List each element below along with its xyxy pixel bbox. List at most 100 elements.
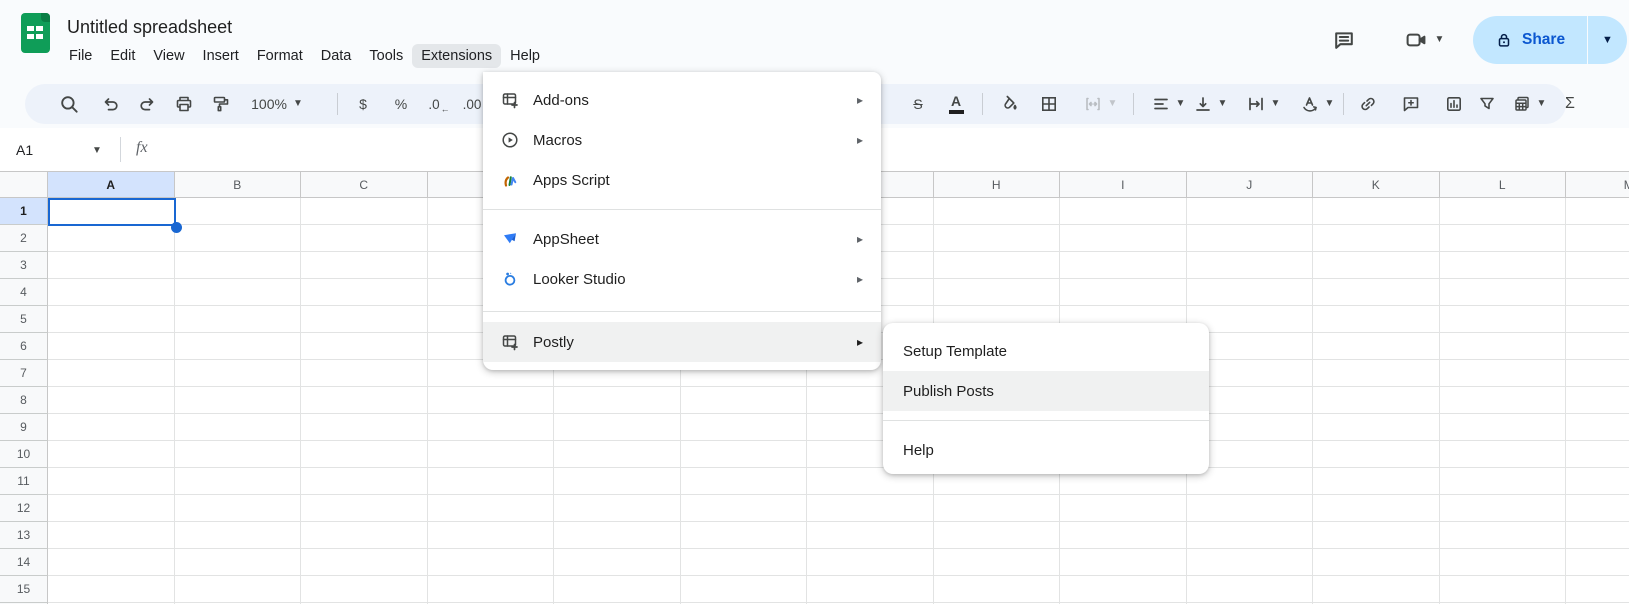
cell-L2[interactable]: [1439, 225, 1566, 252]
menubar-item-tools[interactable]: Tools: [360, 44, 412, 68]
menubar-item-help[interactable]: Help: [501, 44, 549, 68]
menubar-item-extensions[interactable]: Extensions: [412, 44, 502, 68]
cell-J1[interactable]: [1186, 198, 1313, 225]
menu-item-appsheet[interactable]: AppSheet ▸: [483, 219, 881, 259]
cell-A15[interactable]: [48, 576, 175, 603]
text-wrap-button[interactable]: ▼: [1235, 88, 1291, 120]
cell-C1[interactable]: [301, 198, 428, 225]
cell-H1[interactable]: [933, 198, 1060, 225]
cell-L11[interactable]: [1439, 468, 1566, 495]
cell-D14[interactable]: [427, 549, 554, 576]
cell-J11[interactable]: [1186, 468, 1313, 495]
cell-C11[interactable]: [301, 468, 428, 495]
cell-M13[interactable]: [1566, 522, 1629, 549]
name-box-caret-icon[interactable]: ▼: [92, 145, 102, 156]
cell-M10[interactable]: [1566, 441, 1629, 468]
cell-C13[interactable]: [301, 522, 428, 549]
cell-A4[interactable]: [48, 279, 175, 306]
cell-D10[interactable]: [427, 441, 554, 468]
cell-A14[interactable]: [48, 549, 175, 576]
cell-B2[interactable]: [174, 225, 301, 252]
cell-J15[interactable]: [1186, 576, 1313, 603]
cell-K13[interactable]: [1313, 522, 1440, 549]
paint-format-button[interactable]: [205, 88, 237, 120]
share-button[interactable]: Share: [1473, 31, 1585, 49]
cell-G12[interactable]: [807, 495, 934, 522]
menubar-item-data[interactable]: Data: [312, 44, 361, 68]
row-header-3[interactable]: 3: [0, 252, 48, 279]
cell-I2[interactable]: [1060, 225, 1187, 252]
cell-A2[interactable]: [48, 225, 175, 252]
cell-C4[interactable]: [301, 279, 428, 306]
decrease-decimal-button[interactable]: .0 ←: [423, 88, 455, 120]
cell-L10[interactable]: [1439, 441, 1566, 468]
cell-C15[interactable]: [301, 576, 428, 603]
cell-B10[interactable]: [174, 441, 301, 468]
cell-J14[interactable]: [1186, 549, 1313, 576]
merge-cells-button[interactable]: ▼: [1070, 88, 1130, 120]
row-header-4[interactable]: 4: [0, 279, 48, 306]
cell-I3[interactable]: [1060, 252, 1187, 279]
row-header-13[interactable]: 13: [0, 522, 48, 549]
cell-L9[interactable]: [1439, 414, 1566, 441]
insert-comment-button[interactable]: [1395, 88, 1427, 120]
cell-A7[interactable]: [48, 360, 175, 387]
cell-I12[interactable]: [1060, 495, 1187, 522]
format-currency-button[interactable]: $: [347, 88, 379, 120]
column-header-H[interactable]: H: [933, 172, 1060, 198]
cell-F10[interactable]: [680, 441, 807, 468]
cell-H2[interactable]: [933, 225, 1060, 252]
cell-M8[interactable]: [1566, 387, 1629, 414]
cell-L4[interactable]: [1439, 279, 1566, 306]
cell-A12[interactable]: [48, 495, 175, 522]
cell-D15[interactable]: [427, 576, 554, 603]
cell-H12[interactable]: [933, 495, 1060, 522]
cell-H3[interactable]: [933, 252, 1060, 279]
menu-item-looker-studio[interactable]: Looker Studio ▸: [483, 259, 881, 299]
cell-K10[interactable]: [1313, 441, 1440, 468]
text-color-button[interactable]: A: [940, 88, 972, 120]
strikethrough-button[interactable]: S: [902, 88, 934, 120]
cell-F14[interactable]: [680, 549, 807, 576]
cell-C6[interactable]: [301, 333, 428, 360]
cell-J13[interactable]: [1186, 522, 1313, 549]
menubar-item-file[interactable]: File: [60, 44, 101, 68]
row-header-1[interactable]: 1: [0, 198, 48, 225]
cell-D8[interactable]: [427, 387, 554, 414]
cell-C14[interactable]: [301, 549, 428, 576]
cell-J2[interactable]: [1186, 225, 1313, 252]
cell-M7[interactable]: [1566, 360, 1629, 387]
cell-K15[interactable]: [1313, 576, 1440, 603]
row-header-12[interactable]: 12: [0, 495, 48, 522]
cell-L15[interactable]: [1439, 576, 1566, 603]
cell-C8[interactable]: [301, 387, 428, 414]
print-button[interactable]: [168, 88, 200, 120]
row-header-6[interactable]: 6: [0, 333, 48, 360]
column-header-I[interactable]: I: [1060, 172, 1187, 198]
column-header-B[interactable]: B: [174, 172, 301, 198]
create-filter-button[interactable]: [1471, 88, 1503, 120]
cell-I1[interactable]: [1060, 198, 1187, 225]
cell-A13[interactable]: [48, 522, 175, 549]
cell-A6[interactable]: [48, 333, 175, 360]
cell-M15[interactable]: [1566, 576, 1629, 603]
cell-M4[interactable]: [1566, 279, 1629, 306]
cell-F9[interactable]: [680, 414, 807, 441]
row-header-9[interactable]: 9: [0, 414, 48, 441]
cell-B6[interactable]: [174, 333, 301, 360]
cell-C5[interactable]: [301, 306, 428, 333]
column-header-M[interactable]: M: [1566, 172, 1629, 198]
cell-G14[interactable]: [807, 549, 934, 576]
cell-K4[interactable]: [1313, 279, 1440, 306]
submenu-item-publish-posts[interactable]: Publish Posts: [883, 371, 1209, 411]
join-call-button[interactable]: ▼: [1388, 20, 1460, 60]
cell-I4[interactable]: [1060, 279, 1187, 306]
menubar-item-insert[interactable]: Insert: [194, 44, 248, 68]
cell-E9[interactable]: [554, 414, 681, 441]
row-header-5[interactable]: 5: [0, 306, 48, 333]
cell-K7[interactable]: [1313, 360, 1440, 387]
insert-table-button[interactable]: ▼: [1501, 88, 1557, 120]
cell-D11[interactable]: [427, 468, 554, 495]
cell-L3[interactable]: [1439, 252, 1566, 279]
row-header-7[interactable]: 7: [0, 360, 48, 387]
